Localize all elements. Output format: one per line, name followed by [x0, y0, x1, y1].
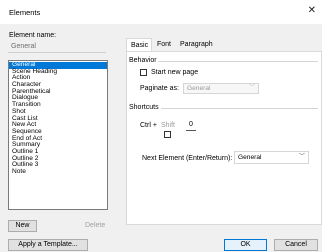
- tab-basic[interactable]: Basic: [126, 38, 152, 52]
- next-element-value: General: [238, 154, 262, 161]
- paginate-as-label: Paginate as:: [140, 85, 179, 92]
- close-icon[interactable]: ✕: [308, 6, 316, 16]
- element-name-label: Element name:: [9, 32, 57, 39]
- ctrl-label: Ctrl +: [140, 122, 157, 129]
- shortcut-key-field[interactable]: 0: [186, 119, 196, 131]
- delete-button[interactable]: Delete: [85, 222, 105, 229]
- shortcuts-heading: Shortcuts: [129, 104, 159, 111]
- shortcuts-divider: [161, 108, 318, 109]
- window-title: Elements: [9, 8, 41, 17]
- element-name-field[interactable]: General: [8, 41, 106, 53]
- new-button[interactable]: New: [8, 220, 37, 232]
- chevron-down-icon: ﹀: [298, 154, 305, 160]
- cancel-button[interactable]: Cancel: [274, 239, 318, 251]
- title-bar: [0, 0, 322, 24]
- next-element-select[interactable]: General ﹀: [234, 151, 309, 164]
- tab-font[interactable]: Font: [153, 38, 173, 51]
- behavior-heading: Behavior: [129, 57, 157, 64]
- tab-paragraph[interactable]: Paragraph: [176, 38, 216, 51]
- list-item[interactable]: Note: [9, 168, 107, 176]
- start-new-page-checkbox[interactable]: [140, 69, 147, 76]
- shift-checkbox[interactable]: [164, 131, 171, 138]
- next-element-label: Next Element (Enter/Return):: [142, 155, 233, 162]
- element-list[interactable]: General Scene Heading Action Character Paren…: [8, 60, 108, 210]
- behavior-divider: [158, 61, 318, 62]
- basic-tab-panel: [126, 51, 322, 225]
- shift-label: Shift: [161, 122, 176, 129]
- paginate-as-select[interactable]: General ﹀: [183, 83, 259, 94]
- paginate-as-value: General: [187, 85, 211, 92]
- start-new-page-label: Start new page: [151, 69, 199, 76]
- apply-template-button[interactable]: Apply a Template...: [8, 239, 88, 251]
- ok-button[interactable]: OK: [224, 239, 267, 251]
- chevron-down-icon: ﹀: [248, 85, 255, 91]
